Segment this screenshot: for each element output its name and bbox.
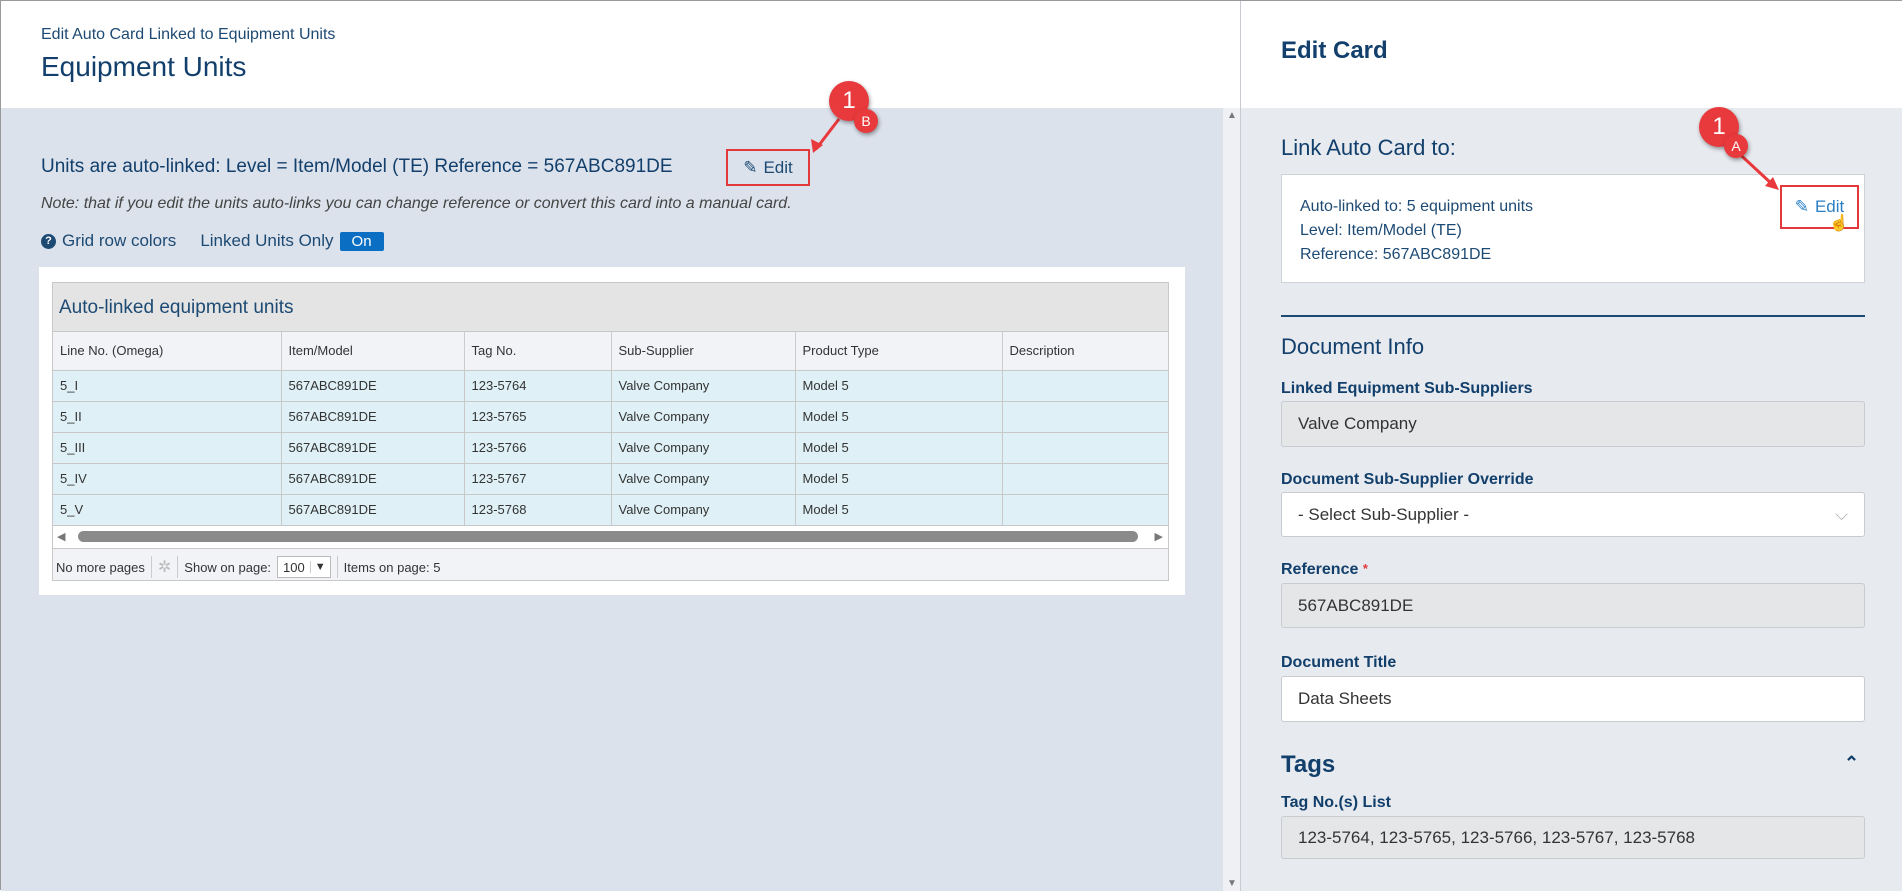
annotation-letter-a: A: [1724, 134, 1748, 158]
annotation-letter-b: B: [854, 109, 878, 133]
annotation-arrows: [811, 118, 1779, 190]
